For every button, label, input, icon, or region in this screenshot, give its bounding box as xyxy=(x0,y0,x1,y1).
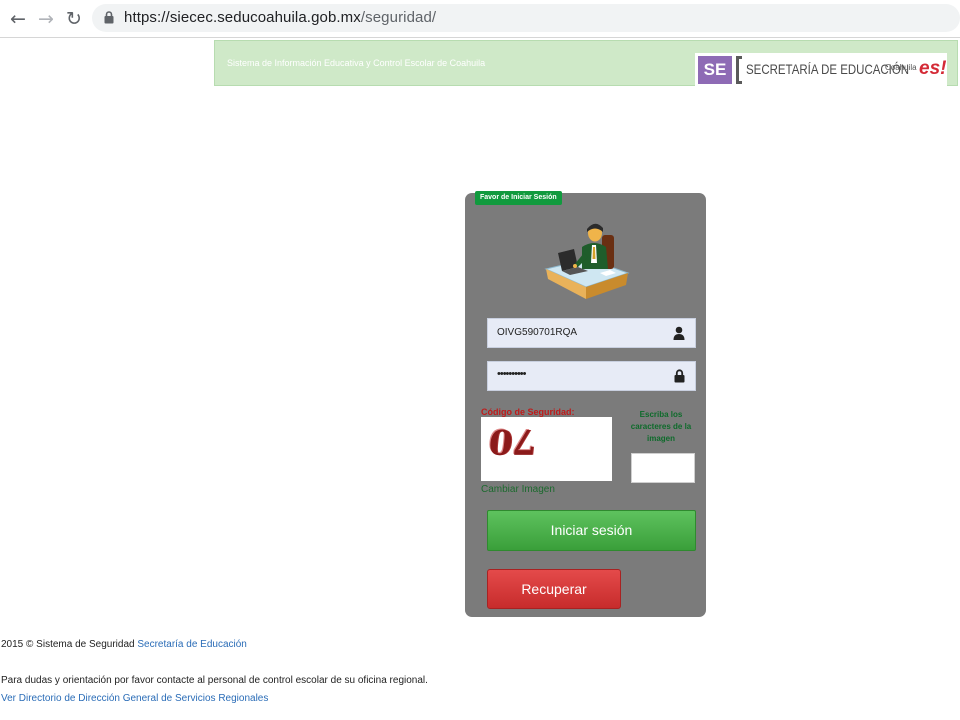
url-text: https://siecec.seducoahuila.gob.mx/segur… xyxy=(124,9,436,26)
captcha-hint: Escriba los caracteres de la imagen xyxy=(630,410,692,443)
reload-icon[interactable]: ↻ xyxy=(63,8,85,30)
header-banner: Sistema de Información Educativa y Contr… xyxy=(214,40,958,87)
captcha-image: 70 xyxy=(481,417,612,481)
secretaria-logo[interactable]: SE SECRETARÍA DE EDUCACIÓN Coahuila es! xyxy=(695,53,947,87)
copyright-text: 2015 © Sistema de Seguridad xyxy=(1,639,135,650)
username-field[interactable]: OIVG590701RQA xyxy=(487,318,696,348)
forward-arrow-icon[interactable]: → xyxy=(35,8,57,30)
help-text: Para dudas y orientación por favor conta… xyxy=(1,675,428,686)
security-code-label: Código de Seguridad: xyxy=(481,407,575,417)
change-image-link[interactable]: Cambiar Imagen xyxy=(481,484,555,495)
captcha-text: 70 xyxy=(486,421,539,461)
back-arrow-icon[interactable]: ← xyxy=(7,8,29,30)
login-panel: Favor de Iniciar Sesión OIVG590701RQA ••… xyxy=(465,191,706,635)
directory-link[interactable]: Ver Directorio de Dirección General de S… xyxy=(1,693,268,704)
address-bar[interactable]: https://siecec.seducoahuila.gob.mx/segur… xyxy=(92,4,960,32)
secretaria-link[interactable]: Secretaría de Educación xyxy=(137,639,247,650)
captcha-input[interactable] xyxy=(631,453,695,483)
login-button[interactable]: Iniciar sesión xyxy=(487,510,696,551)
system-title: Sistema de Información Educativa y Contr… xyxy=(227,58,486,68)
login-tag: Favor de Iniciar Sesión xyxy=(475,191,562,205)
logo-bracket xyxy=(736,56,742,84)
logo-es: es! xyxy=(919,58,947,79)
footer-copyright: 2015 © Sistema de Seguridad Secretaría d… xyxy=(1,639,247,650)
lock-icon xyxy=(104,11,114,24)
browser-toolbar: ← → ↻ https://siecec.seducoahuila.gob.mx… xyxy=(0,0,960,38)
username-value: OIVG590701RQA xyxy=(497,327,578,338)
url-path: /seguridad/ xyxy=(360,9,437,26)
recover-password-button[interactable]: Recuperar Contraseña xyxy=(487,569,621,635)
se-logo-box: SE xyxy=(698,56,732,84)
user-at-computer-icon xyxy=(544,223,630,299)
user-icon xyxy=(673,326,685,340)
password-field[interactable]: •••••••••• xyxy=(487,361,696,391)
logo-state: Coahuila xyxy=(885,63,917,72)
lock-icon xyxy=(674,369,685,383)
url-host: https://siecec.seducoahuila.gob.mx xyxy=(124,9,361,26)
password-value: •••••••••• xyxy=(497,368,526,380)
